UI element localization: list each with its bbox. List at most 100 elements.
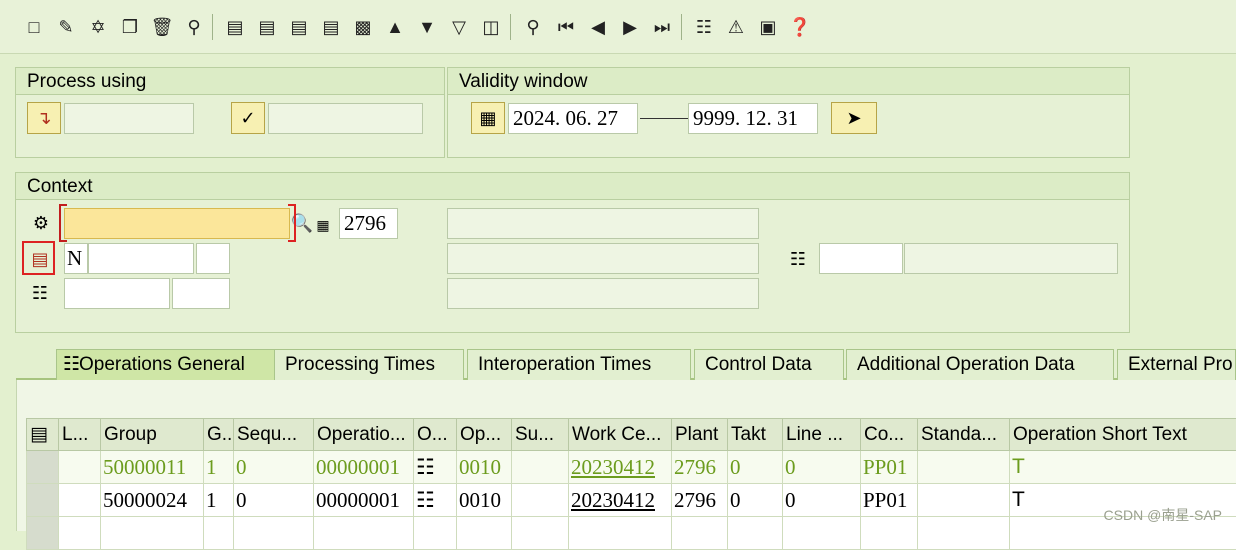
operations-table: ▤ L... Group G... Sequ... Operatio... O.… bbox=[26, 418, 1236, 550]
clipboard-icon[interactable]: ❐ bbox=[117, 14, 143, 40]
cell-workcenter-link[interactable]: 20230412 bbox=[569, 484, 672, 517]
row-selector[interactable] bbox=[27, 451, 59, 484]
object-icon[interactable]: ▣ bbox=[755, 14, 781, 40]
col-header[interactable]: Operation Short Text bbox=[1010, 419, 1236, 451]
tab-additional-operation-data[interactable]: Additional Operation Data bbox=[846, 349, 1114, 380]
find-icon[interactable]: ⚲ bbox=[520, 14, 546, 40]
table-row[interactable]: 50000024 1 0 00000001 ☷ 0010 20230412 27… bbox=[27, 484, 1236, 517]
alert-icon[interactable]: ⚠ bbox=[723, 14, 749, 40]
plant-field[interactable]: 2796 bbox=[339, 208, 398, 239]
highlight-right-bracket bbox=[288, 204, 296, 242]
seq-field-2[interactable] bbox=[172, 278, 230, 309]
process-field-2[interactable] bbox=[268, 103, 423, 134]
validity-select-button[interactable]: ▦ bbox=[471, 102, 505, 134]
value-help-icon[interactable]: ▦ bbox=[311, 211, 335, 239]
date-range-line bbox=[640, 118, 688, 119]
cell-su bbox=[512, 451, 569, 484]
process-field-1[interactable] bbox=[64, 103, 194, 134]
cell-workcenter-link[interactable]: 20230412 bbox=[569, 451, 672, 484]
edit-icon[interactable]: ✎ bbox=[53, 14, 79, 40]
select-all-icon[interactable]: ▤ bbox=[254, 14, 280, 40]
cell-operation: 00000001 bbox=[314, 451, 414, 484]
tab-interoperation-times[interactable]: Interoperation Times bbox=[467, 349, 691, 380]
table-row[interactable]: 50000011 1 0 00000001 ☷ 0010 20230412 27… bbox=[27, 451, 1236, 484]
valid-to-field[interactable]: 9999. 12. 31 bbox=[688, 103, 818, 134]
material-description-field bbox=[447, 208, 759, 239]
type-field[interactable]: N bbox=[64, 243, 88, 274]
deselect-icon[interactable]: ▤ bbox=[286, 14, 312, 40]
tab-operations-general[interactable]: ☷Operations General bbox=[56, 349, 284, 380]
col-header[interactable]: Plant bbox=[672, 419, 728, 451]
cell-l bbox=[59, 484, 101, 517]
help-icon[interactable]: ❓ bbox=[787, 14, 813, 40]
sort-icon[interactable]: ▤ bbox=[318, 14, 344, 40]
cell-plant: 2796 bbox=[672, 451, 728, 484]
seq-field-1[interactable] bbox=[64, 278, 170, 309]
copy-icon[interactable]: ✡ bbox=[85, 14, 111, 40]
col-header[interactable]: Group bbox=[101, 419, 204, 451]
details-icon[interactable]: ▤ bbox=[222, 14, 248, 40]
check-icon: ✓ bbox=[240, 108, 255, 129]
counter-field[interactable] bbox=[196, 243, 230, 274]
cell-su bbox=[512, 484, 569, 517]
col-header[interactable]: Takt bbox=[728, 419, 783, 451]
operation-icon: ☷ bbox=[28, 279, 52, 307]
hierarchy-icon[interactable]: ☷ bbox=[691, 14, 717, 40]
column-settings-icon[interactable]: ▤ bbox=[27, 419, 59, 451]
cell-control: PP01 bbox=[861, 484, 918, 517]
col-header[interactable]: O... bbox=[414, 419, 457, 451]
process-check-button[interactable]: ✓ bbox=[231, 102, 265, 134]
cell-takt: 0 bbox=[728, 484, 783, 517]
col-header[interactable]: Co... bbox=[861, 419, 918, 451]
cell-standard bbox=[918, 451, 1010, 484]
group-description-field bbox=[447, 243, 759, 274]
row-selector[interactable] bbox=[27, 517, 59, 550]
process-select-button[interactable]: ↴ bbox=[27, 102, 61, 134]
col-header[interactable]: Work Ce... bbox=[569, 419, 672, 451]
table-row-empty bbox=[27, 517, 1236, 550]
filter-icon[interactable]: ▲ bbox=[382, 14, 408, 40]
col-header[interactable]: L... bbox=[59, 419, 101, 451]
context-panel: Context ⚙ 🔍 ▦ 2796 ▤ N ☷ ☷ bbox=[15, 172, 1130, 333]
where-used-icon[interactable]: ⚲ bbox=[181, 14, 207, 40]
arrow-right-icon: ➤ bbox=[846, 108, 861, 129]
cell-sequence: 0 bbox=[234, 451, 314, 484]
cell-plant: 2796 bbox=[672, 484, 728, 517]
operation-type-icon: ☷ bbox=[414, 451, 457, 484]
cell-op: 0010 bbox=[457, 484, 512, 517]
col-header[interactable]: G... bbox=[204, 419, 234, 451]
sequence-field[interactable] bbox=[819, 243, 903, 274]
col-header[interactable]: Standa... bbox=[918, 419, 1010, 451]
col-header[interactable]: Line ... bbox=[783, 419, 861, 451]
material-input[interactable] bbox=[64, 208, 290, 239]
first-page-icon[interactable]: ⏮ bbox=[553, 14, 579, 40]
cell-sequence: 0 bbox=[234, 484, 314, 517]
column-icon[interactable]: ◫ bbox=[478, 14, 504, 40]
tab-label: Operations General bbox=[79, 354, 245, 375]
valid-from-field[interactable]: 2024. 06. 27 bbox=[508, 103, 638, 134]
sequence-icon: ☷ bbox=[786, 245, 810, 273]
next-page-icon[interactable]: ▶ bbox=[617, 14, 643, 40]
tab-control-data[interactable]: Control Data bbox=[694, 349, 844, 380]
cell-standard bbox=[918, 484, 1010, 517]
prev-page-icon[interactable]: ◀ bbox=[585, 14, 611, 40]
new-icon[interactable]: □ bbox=[21, 14, 47, 40]
group-field[interactable] bbox=[88, 243, 194, 274]
col-header[interactable]: Op... bbox=[457, 419, 512, 451]
grid-icon: ▦ bbox=[479, 108, 496, 129]
row-selector[interactable] bbox=[27, 484, 59, 517]
funnel-icon[interactable]: ▽ bbox=[446, 14, 472, 40]
cell-line: 0 bbox=[783, 451, 861, 484]
validity-apply-button[interactable]: ➤ bbox=[831, 102, 877, 134]
add-line-icon[interactable]: ▩ bbox=[350, 14, 376, 40]
col-header[interactable]: Su... bbox=[512, 419, 569, 451]
tab-external-processing[interactable]: External Pro bbox=[1117, 349, 1236, 380]
col-header[interactable]: Operatio... bbox=[314, 419, 414, 451]
col-header[interactable]: Sequ... bbox=[234, 419, 314, 451]
filter-alt-icon[interactable]: ▼ bbox=[414, 14, 440, 40]
tab-processing-times[interactable]: Processing Times bbox=[274, 349, 464, 380]
tab-label: Additional Operation Data bbox=[857, 354, 1075, 375]
delete-icon[interactable]: 🗑 bbox=[149, 14, 175, 40]
last-page-icon[interactable]: ⏭ bbox=[649, 14, 675, 40]
tab-label: External Pro bbox=[1128, 354, 1233, 375]
